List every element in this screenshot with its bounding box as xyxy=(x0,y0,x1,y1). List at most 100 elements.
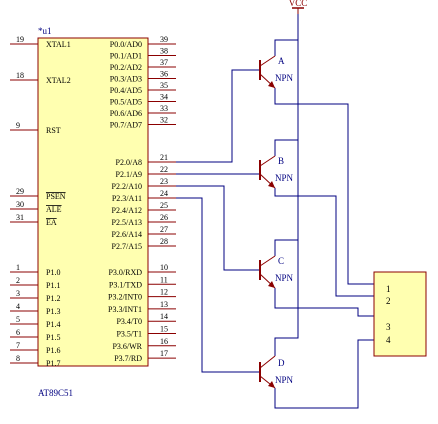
chip-designator: *u1 xyxy=(38,26,52,36)
pin-number: 16 xyxy=(160,337,168,346)
transistor-collector xyxy=(259,55,276,67)
pin-number: 21 xyxy=(160,153,168,162)
pin-name: P0.2/AD2 xyxy=(110,63,142,72)
microcontroller-u1: *u1 AT89C51 19XTAL118XTAL29RST29PSEN30AL… xyxy=(10,26,176,398)
pin-number: 14 xyxy=(160,312,168,321)
pin-name: PSEN xyxy=(46,192,66,201)
pin-number: 33 xyxy=(160,104,168,113)
pin-name: P0.4/AD5 xyxy=(110,86,142,95)
pin-name: P0.6/AD6 xyxy=(110,109,142,118)
vcc-power-symbol: VCC xyxy=(289,0,308,14)
pin-name: P3.2/INT0 xyxy=(108,293,142,302)
pin-name: P0.7/AD7 xyxy=(110,121,142,130)
pin-name: P2.3/A11 xyxy=(112,194,142,203)
pin-number: 19 xyxy=(16,35,24,44)
pin-number: 8 xyxy=(16,354,20,363)
connector-pin-1: 1 xyxy=(386,284,391,294)
vcc-label: VCC xyxy=(289,0,308,8)
pin-number: 24 xyxy=(160,189,168,198)
pin-number: 39 xyxy=(160,35,168,44)
pin-number: 12 xyxy=(160,288,168,297)
transistor-d: D NPN xyxy=(259,355,294,389)
pin-number: 28 xyxy=(160,237,168,246)
pin-name: P0.1/AD1 xyxy=(110,52,142,61)
pin-number: 9 xyxy=(16,121,20,130)
pin-name: P1.6 xyxy=(46,346,60,355)
pin-number: 2 xyxy=(16,276,20,285)
pin-number: 11 xyxy=(160,275,168,284)
pin-name: P3.5/T1 xyxy=(116,330,142,339)
connector-pin-2: 2 xyxy=(386,296,391,306)
pin-name: P3.1/TXD xyxy=(109,280,142,289)
pin-number: 7 xyxy=(16,341,20,350)
pin-name: P2.0/A8 xyxy=(116,158,142,167)
pin-name: P1.1 xyxy=(46,281,60,290)
pin-number: 26 xyxy=(160,213,168,222)
pin-name: P2.6/A14 xyxy=(112,230,142,239)
p22-wire xyxy=(174,185,260,271)
transistor-type: NPN xyxy=(275,375,294,385)
transistor-type: NPN xyxy=(275,73,294,83)
pin-number: 3 xyxy=(16,289,20,298)
wires xyxy=(174,14,374,409)
transistor-a: A NPN xyxy=(259,55,294,89)
transistor-label: C xyxy=(278,256,284,266)
connector-pin-3: 3 xyxy=(386,322,391,332)
transistor-b: B NPN xyxy=(259,155,294,189)
pin-number: 38 xyxy=(160,47,168,56)
pin-number: 25 xyxy=(160,201,168,210)
connector-body xyxy=(373,271,427,357)
pin-name: P1.4 xyxy=(46,320,60,329)
pin-name: P3.6/WR xyxy=(112,342,142,351)
pin-number: 15 xyxy=(160,325,168,334)
pin-name: ALE xyxy=(46,205,62,214)
pin-number: 10 xyxy=(160,263,168,272)
pin-name: P0.5/AD5 xyxy=(110,98,142,107)
pin-number: 34 xyxy=(160,93,168,102)
transistor-collector xyxy=(259,155,276,167)
pin-name: RST xyxy=(46,126,61,135)
pin-name: P2.7/A15 xyxy=(112,242,142,251)
pin-name: P2.4/A12 xyxy=(112,206,142,215)
pin-name: XTAL1 xyxy=(46,40,71,49)
pin-name: P2.5/A13 xyxy=(112,218,142,227)
transistor-collector xyxy=(259,255,276,267)
pin-number: 6 xyxy=(16,328,20,337)
emitter-a-wire xyxy=(274,88,374,285)
transistor-label: A xyxy=(278,56,285,66)
pin-name: P2.2/A10 xyxy=(112,182,142,191)
pin-name: P1.5 xyxy=(46,333,60,342)
pin-name: EA xyxy=(46,218,57,227)
transistor-collector xyxy=(259,355,276,369)
emitter-c-wire xyxy=(274,288,374,317)
pin-number: 30 xyxy=(16,200,24,209)
pin-number: 1 xyxy=(16,263,20,272)
pin-number: 22 xyxy=(160,165,168,174)
pin-number: 35 xyxy=(160,81,168,90)
pin-number: 5 xyxy=(16,315,20,324)
emitter-arrow-icon xyxy=(268,381,275,388)
emitter-d-wire xyxy=(274,339,374,409)
pin-number: 23 xyxy=(160,177,168,186)
pin-number: 18 xyxy=(16,71,24,80)
pin-number: 31 xyxy=(16,213,24,222)
pin-number: 4 xyxy=(16,302,20,311)
schematic-diagram: VCC *u1 AT89C51 19XTAL118XTAL29RST29PSEN… xyxy=(10,0,427,409)
pin-number: 13 xyxy=(160,300,168,309)
pin-name: P3.4/T0 xyxy=(116,317,142,326)
transistor-type: NPN xyxy=(275,173,294,183)
transistor-c: C NPN xyxy=(259,255,294,289)
pin-name: P3.0/RXD xyxy=(108,268,142,277)
pin-name: P1.0 xyxy=(46,268,60,277)
transistor-type: NPN xyxy=(275,273,294,283)
pin-number: 29 xyxy=(16,187,24,196)
pin-name: P1.3 xyxy=(46,307,60,316)
pin-name: P3.3/INT1 xyxy=(108,305,142,314)
p20-wire xyxy=(174,69,260,163)
pin-number: 27 xyxy=(160,225,168,234)
pin-name: P0.3/AD3 xyxy=(110,75,142,84)
pin-name: P0.0/AD0 xyxy=(110,40,142,49)
pin-number: 32 xyxy=(160,116,168,125)
pin-name: P2.1/A9 xyxy=(116,170,142,179)
pin-number: 17 xyxy=(160,349,168,358)
